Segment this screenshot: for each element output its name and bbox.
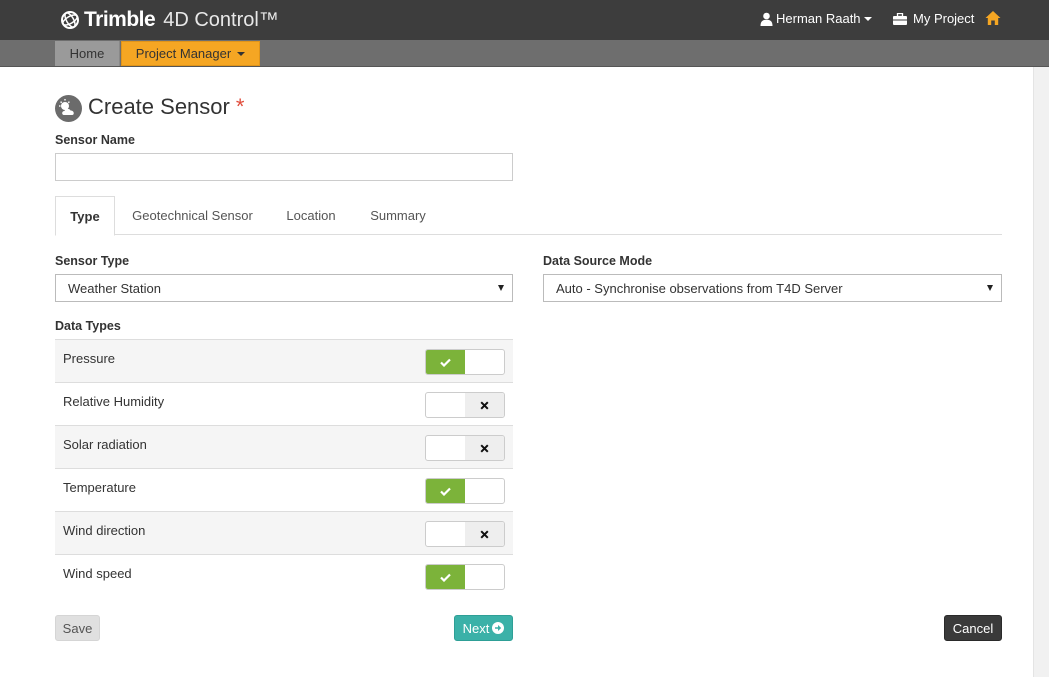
sensor-type-value: Weather Station [68, 280, 161, 296]
tab-summary[interactable]: Summary [352, 196, 444, 235]
data-type-label: Wind speed [63, 566, 132, 581]
briefcase-icon [893, 12, 907, 25]
save-button[interactable]: Save [55, 615, 100, 641]
user-icon [760, 12, 773, 26]
trimble-globe-icon [61, 11, 79, 29]
tab-summary-label: Summary [370, 208, 426, 223]
tab-bar: Type Geotechnical Sensor Location Summar… [55, 196, 1002, 236]
trimble-logo[interactable]: Trimble 4D Control™ [60, 8, 279, 32]
tab-type-label: Type [70, 208, 100, 224]
home-icon[interactable] [985, 10, 1001, 26]
close-icon [465, 522, 504, 546]
sensor-name-label: Sensor Name [55, 133, 135, 147]
data-type-toggle[interactable] [425, 392, 505, 418]
nav-project-manager-label: Project Manager [135, 46, 232, 61]
data-type-label: Solar radiation [63, 437, 147, 452]
sensor-type-select[interactable]: Weather Station [55, 274, 513, 302]
chevron-down-icon [863, 16, 872, 21]
arrow-circle-right-icon [492, 622, 505, 634]
data-source-mode-value: Auto - Synchronise observations from T4D… [556, 280, 843, 296]
data-type-label: Wind direction [63, 523, 146, 538]
page-title-text: Create Sensor [88, 94, 230, 119]
nav-project-manager[interactable]: Project Manager [121, 41, 260, 66]
data-type-row: Relative Humidity [55, 382, 513, 425]
check-icon [426, 350, 465, 374]
user-menu[interactable]: Herman Raath [760, 11, 872, 26]
data-type-row: Wind speed [55, 554, 513, 597]
close-icon [465, 393, 504, 417]
nav-home-label: Home [69, 46, 105, 61]
data-type-toggle[interactable] [425, 564, 505, 590]
sensor-type-label: Sensor Type [55, 254, 130, 268]
sensor-name-input[interactable] [55, 153, 513, 181]
close-icon [465, 436, 504, 460]
cancel-button[interactable]: Cancel [944, 615, 1002, 641]
check-icon [426, 565, 465, 589]
dropdown-arrow-icon [987, 285, 993, 291]
my-project-label: My Project [913, 11, 975, 26]
data-type-row: Pressure [55, 339, 513, 382]
tab-type[interactable]: Type [55, 196, 115, 236]
vertical-scrollbar[interactable] [1033, 67, 1049, 677]
tab-location[interactable]: Location [270, 196, 352, 235]
data-type-row: Solar radiation [55, 425, 513, 468]
data-type-row: Wind direction [55, 511, 513, 554]
data-type-toggle[interactable] [425, 435, 505, 461]
nav-home[interactable]: Home [55, 41, 120, 66]
data-types-list: Pressure Relative Humidity Solar radiation… [55, 339, 513, 597]
my-project-link[interactable]: My Project [893, 11, 974, 26]
tab-location-label: Location [286, 208, 336, 223]
data-type-toggle[interactable] [425, 521, 505, 547]
brand-name: Trimble [84, 8, 156, 31]
next-button-label: Next [462, 620, 490, 636]
product-name: 4D Control™ [163, 8, 279, 31]
data-type-toggle[interactable] [425, 478, 505, 504]
tab-geotechnical-sensor-label: Geotechnical Sensor [132, 208, 253, 223]
dropdown-arrow-icon [498, 285, 504, 291]
check-icon [426, 479, 465, 503]
required-marker: * [235, 94, 245, 119]
weather-sensor-icon [55, 95, 82, 122]
page-title: Create Sensor * [88, 94, 244, 120]
next-button[interactable]: Next [454, 615, 513, 641]
data-type-label: Relative Humidity [63, 394, 165, 409]
data-type-toggle[interactable] [425, 349, 505, 375]
cancel-button-label: Cancel [952, 620, 994, 636]
data-source-mode-select[interactable]: Auto - Synchronise observations from T4D… [543, 274, 1002, 302]
data-type-row: Temperature [55, 468, 513, 511]
top-bar: Trimble 4D Control™ Herman Raath My Proj… [0, 0, 1049, 40]
chevron-down-icon [237, 51, 246, 56]
data-type-label: Temperature [63, 480, 136, 495]
data-type-label: Pressure [63, 351, 116, 366]
data-types-label: Data Types [55, 319, 121, 333]
tab-geotechnical-sensor[interactable]: Geotechnical Sensor [115, 196, 270, 235]
main-nav: Home Project Manager [0, 40, 1049, 67]
save-button-label: Save [62, 620, 93, 636]
data-source-mode-label: Data Source Mode [543, 254, 653, 268]
user-name: Herman Raath [776, 11, 861, 26]
